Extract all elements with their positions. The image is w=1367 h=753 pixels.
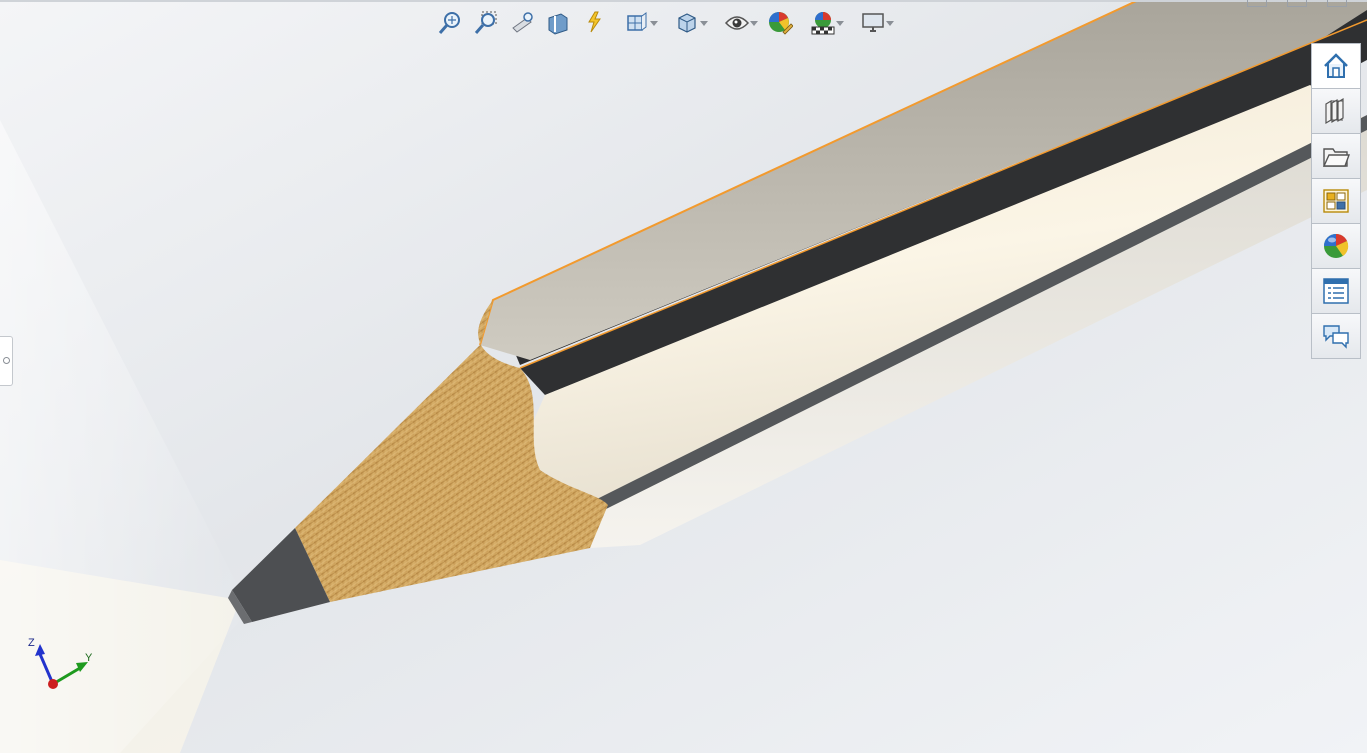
dynamic-annotation-button[interactable] [578, 7, 610, 39]
view-palette-icon [1323, 189, 1349, 213]
graphics-area[interactable]: Z Y [0, 0, 1367, 753]
monitor-icon [862, 13, 884, 32]
apply-scene-icon [811, 12, 835, 35]
restore-button[interactable] [1287, 0, 1307, 7]
zoom-fit-icon [438, 12, 460, 34]
window-controls [1247, 0, 1347, 7]
zoom-to-fit-button[interactable] [434, 7, 466, 39]
forum-chat-icon [1323, 325, 1349, 349]
chevron-down-icon [836, 21, 844, 26]
z-axis-arrow [35, 644, 45, 656]
chevron-down-icon [700, 21, 708, 26]
display-style-button[interactable] [664, 7, 710, 39]
chevron-down-icon [886, 21, 894, 26]
heads-up-view-toolbar [434, 6, 896, 40]
previous-view-button[interactable] [506, 7, 538, 39]
section-view-icon [548, 13, 568, 35]
model-viewport[interactable] [0, 0, 1367, 753]
home-icon [1324, 53, 1348, 78]
chevron-down-icon [750, 21, 758, 26]
edit-appearance-button[interactable] [764, 7, 796, 39]
edit-appearance-icon [769, 12, 793, 35]
eye-icon [724, 16, 750, 30]
task-pane-tabs [1311, 43, 1361, 359]
y-axis-label: Y [85, 652, 93, 664]
tab-file-explorer[interactable] [1311, 134, 1361, 179]
dynamic-annotation-icon [588, 11, 601, 33]
window-top-border [0, 0, 1367, 2]
hide-show-items-button[interactable] [714, 7, 760, 39]
folder-icon [1322, 148, 1350, 167]
minimize-button[interactable] [1247, 0, 1267, 7]
tab-appearances-scenes-decals[interactable] [1311, 224, 1361, 269]
view-orientation-icon [627, 12, 647, 31]
feature-manager-expand-handle[interactable] [0, 336, 13, 386]
library-books-icon [1325, 97, 1344, 125]
section-view-button[interactable] [542, 7, 574, 39]
view-orientation-button[interactable] [614, 7, 660, 39]
x-axis-origin [48, 679, 58, 689]
tab-solidworks-forum[interactable] [1311, 314, 1361, 359]
appearance-ball-icon [1324, 233, 1349, 258]
zoom-area-icon [474, 11, 497, 34]
z-axis-label: Z [28, 637, 35, 649]
view-settings-button[interactable] [850, 7, 896, 39]
display-style-icon [678, 13, 696, 33]
reference-triad: Z Y [18, 628, 108, 698]
tab-view-palette[interactable] [1311, 179, 1361, 224]
tab-custom-properties[interactable] [1311, 269, 1361, 314]
apply-scene-button[interactable] [800, 7, 846, 39]
zoom-to-area-button[interactable] [470, 7, 502, 39]
previous-view-icon [512, 12, 533, 33]
chevron-down-icon [650, 21, 658, 26]
close-button[interactable] [1327, 0, 1347, 7]
tab-design-library[interactable] [1311, 89, 1361, 134]
custom-properties-icon [1323, 278, 1349, 304]
tab-solidworks-resources[interactable] [1311, 43, 1361, 89]
